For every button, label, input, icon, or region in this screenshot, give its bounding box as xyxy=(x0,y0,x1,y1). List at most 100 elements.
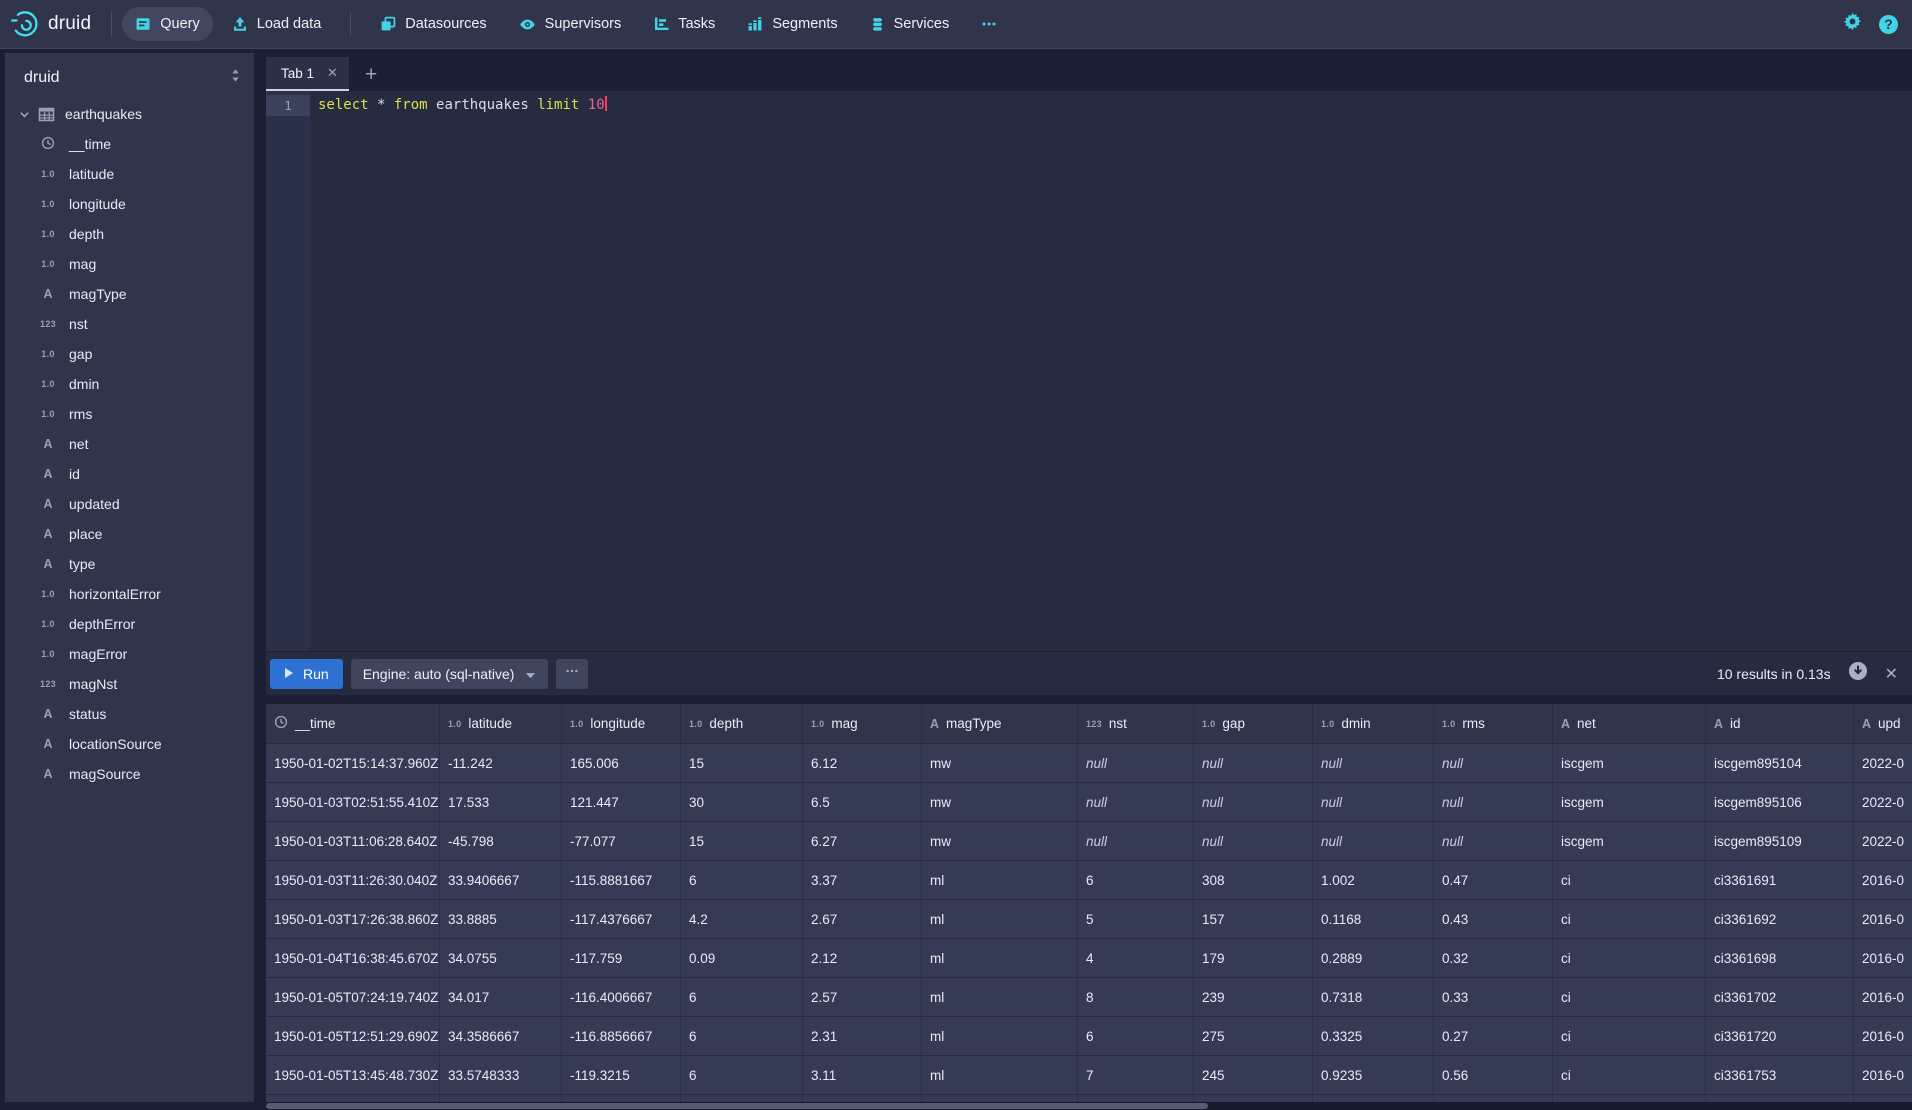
table-cell[interactable]: 0.1168 xyxy=(1313,900,1434,938)
table-cell[interactable]: ml xyxy=(922,1017,1078,1055)
tree-item-horizontalerror[interactable]: 1.0horizontalError xyxy=(5,579,254,609)
engine-select[interactable]: Engine: auto (sql-native) xyxy=(351,659,549,689)
table-cell[interactable]: 245 xyxy=(1194,1056,1313,1094)
table-cell[interactable]: null xyxy=(1434,822,1553,860)
column-header-time[interactable]: __time xyxy=(266,704,440,743)
nav-item-datasources[interactable]: Datasources xyxy=(367,7,499,41)
table-cell[interactable]: 3.11 xyxy=(803,1056,922,1094)
table-cell[interactable]: 2016-0 xyxy=(1854,900,1912,938)
table-cell[interactable]: 1.002 xyxy=(1313,861,1434,899)
nav-item-tasks[interactable]: Tasks xyxy=(640,7,728,41)
table-cell[interactable]: 5 xyxy=(1078,900,1194,938)
table-cell[interactable]: ml xyxy=(922,978,1078,1016)
column-header-magtype[interactable]: AmagType xyxy=(922,704,1078,743)
horizontal-scrollbar[interactable] xyxy=(266,1102,1912,1110)
table-cell[interactable]: ci3361702 xyxy=(1706,978,1854,1016)
table-cell[interactable]: 17.533 xyxy=(440,783,562,821)
table-cell[interactable]: -117.4376667 xyxy=(562,900,681,938)
table-cell[interactable]: null xyxy=(1078,822,1194,860)
table-cell[interactable]: null xyxy=(1434,783,1553,821)
table-cell[interactable]: 34.0755 xyxy=(440,939,562,977)
nav-item-more[interactable] xyxy=(968,7,1010,41)
new-tab-button[interactable]: + xyxy=(365,65,377,85)
table-cell[interactable]: iscgem895106 xyxy=(1706,783,1854,821)
table-cell[interactable]: ci3361692 xyxy=(1706,900,1854,938)
table-cell[interactable]: ml xyxy=(922,1056,1078,1094)
column-header-mag[interactable]: 1.0mag xyxy=(803,704,922,743)
table-cell[interactable]: ci xyxy=(1553,1056,1706,1094)
table-cell[interactable]: 6.27 xyxy=(803,822,922,860)
schema-sort-button[interactable] xyxy=(230,68,241,88)
column-header-id[interactable]: Aid xyxy=(1706,704,1854,743)
table-cell[interactable]: -117.759 xyxy=(562,939,681,977)
table-cell[interactable]: 6.5 xyxy=(803,783,922,821)
tree-item-depth[interactable]: 1.0depth xyxy=(5,219,254,249)
table-cell[interactable]: 1950-01-03T17:26:38.860Z xyxy=(266,900,440,938)
table-cell[interactable]: ci3361698 xyxy=(1706,939,1854,977)
table-cell[interactable]: 6 xyxy=(681,861,803,899)
table-cell[interactable]: 0.27 xyxy=(1434,1017,1553,1055)
table-cell[interactable]: 6 xyxy=(681,1017,803,1055)
table-cell[interactable]: null xyxy=(1313,744,1434,782)
table-cell[interactable]: 2016-0 xyxy=(1854,939,1912,977)
table-cell[interactable]: 2022-0 xyxy=(1854,822,1912,860)
table-cell[interactable]: 15 xyxy=(681,822,803,860)
table-cell[interactable]: 0.32 xyxy=(1434,939,1553,977)
table-cell[interactable]: 2016-0 xyxy=(1854,1056,1912,1094)
tree-item-earthquakes[interactable]: earthquakes xyxy=(5,99,254,129)
table-cell[interactable]: 1950-01-03T11:26:30.040Z xyxy=(266,861,440,899)
table-cell[interactable]: 33.5748333 xyxy=(440,1056,562,1094)
table-cell[interactable]: 179 xyxy=(1194,939,1313,977)
column-header-depth[interactable]: 1.0depth xyxy=(681,704,803,743)
table-cell[interactable]: -115.8881667 xyxy=(562,861,681,899)
table-cell[interactable]: null xyxy=(1078,783,1194,821)
table-cell[interactable]: ci xyxy=(1553,978,1706,1016)
table-cell[interactable]: ml xyxy=(922,861,1078,899)
table-cell[interactable]: 6 xyxy=(1078,861,1194,899)
table-cell[interactable]: 2.57 xyxy=(803,978,922,1016)
table-cell[interactable]: ci xyxy=(1553,900,1706,938)
tree-item-gap[interactable]: 1.0gap xyxy=(5,339,254,369)
table-cell[interactable]: 33.8885 xyxy=(440,900,562,938)
table-cell[interactable]: -11.242 xyxy=(440,744,562,782)
table-cell[interactable]: 1950-01-05T12:51:29.690Z xyxy=(266,1017,440,1055)
tree-item-updated[interactable]: Aupdated xyxy=(5,489,254,519)
table-cell[interactable]: -119.3215 xyxy=(562,1056,681,1094)
tree-item-longitude[interactable]: 1.0longitude xyxy=(5,189,254,219)
table-cell[interactable]: 34.3586667 xyxy=(440,1017,562,1055)
table-cell[interactable]: 1950-01-05T07:24:19.740Z xyxy=(266,978,440,1016)
scrollbar-thumb[interactable] xyxy=(266,1103,1208,1109)
tree-item-rms[interactable]: 1.0rms xyxy=(5,399,254,429)
tab-1[interactable]: Tab 1 ✕ xyxy=(266,57,349,91)
table-cell[interactable]: null xyxy=(1313,822,1434,860)
table-cell[interactable]: 0.09 xyxy=(681,939,803,977)
nav-item-supervisors[interactable]: Supervisors xyxy=(506,7,635,41)
nav-item-segments[interactable]: Segments xyxy=(734,7,850,41)
table-cell[interactable]: 6 xyxy=(681,1056,803,1094)
column-header-upd[interactable]: Aupd xyxy=(1854,704,1912,743)
table-cell[interactable]: 0.2889 xyxy=(1313,939,1434,977)
tree-item-dmin[interactable]: 1.0dmin xyxy=(5,369,254,399)
table-cell[interactable]: iscgem895109 xyxy=(1706,822,1854,860)
tree-item-deptherror[interactable]: 1.0depthError xyxy=(5,609,254,639)
table-cell[interactable]: 157 xyxy=(1194,900,1313,938)
table-cell[interactable]: mw xyxy=(922,822,1078,860)
table-cell[interactable]: 7 xyxy=(1078,1056,1194,1094)
tree-item-magsource[interactable]: AmagSource xyxy=(5,759,254,789)
table-cell[interactable]: ci xyxy=(1553,861,1706,899)
table-cell[interactable]: 4 xyxy=(1078,939,1194,977)
table-cell[interactable]: -45.798 xyxy=(440,822,562,860)
table-cell[interactable]: 6 xyxy=(681,978,803,1016)
table-cell[interactable]: 2016-0 xyxy=(1854,861,1912,899)
table-cell[interactable]: 2.31 xyxy=(803,1017,922,1055)
table-cell[interactable]: 0.3325 xyxy=(1313,1017,1434,1055)
tree-item-mag[interactable]: 1.0mag xyxy=(5,249,254,279)
table-cell[interactable]: 2016-0 xyxy=(1854,1017,1912,1055)
table-cell[interactable]: -116.4006667 xyxy=(562,978,681,1016)
table-cell[interactable]: 3.37 xyxy=(803,861,922,899)
table-cell[interactable]: 165.006 xyxy=(562,744,681,782)
table-cell[interactable]: 1950-01-03T02:51:55.410Z xyxy=(266,783,440,821)
table-cell[interactable]: 0.43 xyxy=(1434,900,1553,938)
tree-item-latitude[interactable]: 1.0latitude xyxy=(5,159,254,189)
table-cell[interactable]: 8 xyxy=(1078,978,1194,1016)
